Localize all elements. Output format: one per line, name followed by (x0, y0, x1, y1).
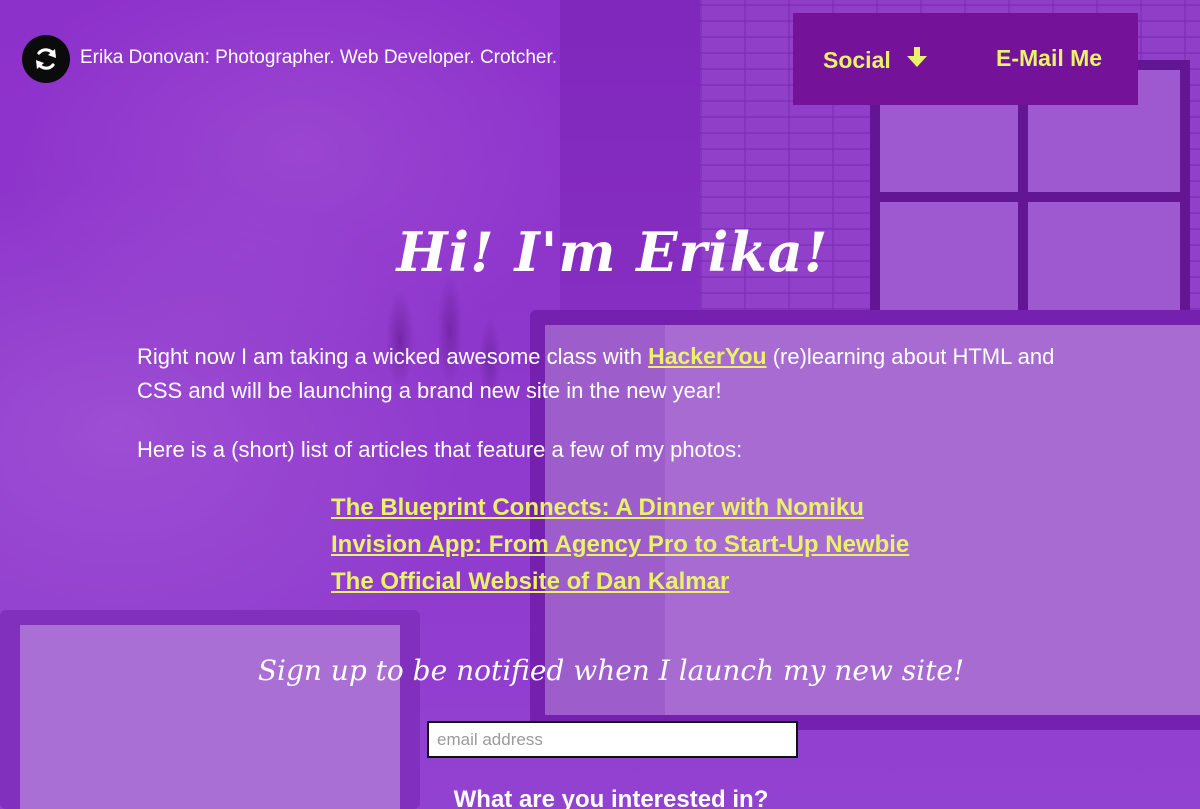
article-link-invision[interactable]: Invision App: From Agency Pro to Start-U… (331, 531, 909, 558)
social-label: Social (823, 46, 891, 73)
signup-heading: Sign up to be notified when I launch my … (257, 654, 965, 687)
hero-title: Hi! I'm Erika! (396, 220, 829, 284)
email-me-link[interactable]: E-Mail Me (996, 45, 1102, 72)
hackeryou-link[interactable]: HackerYou (648, 343, 766, 369)
list-item: Invision App: From Agency Pro to Start-U… (331, 531, 909, 568)
article-list: The Blueprint Connects: A Dinner with No… (331, 494, 909, 605)
list-item: The Blueprint Connects: A Dinner with No… (331, 494, 909, 531)
articles-intro: Here is a (short) list of articles that … (137, 437, 743, 462)
intro-paragraph: Right now I am taking a wicked awesome c… (137, 339, 1097, 408)
arrow-down-icon (905, 45, 929, 75)
refresh-arrows-icon[interactable] (22, 35, 70, 83)
intro-text-start: Right now I am taking a wicked awesome c… (137, 344, 649, 369)
list-item: The Official Website of Dan Kalmar (331, 568, 909, 605)
article-link-nomiku[interactable]: The Blueprint Connects: A Dinner with No… (331, 494, 864, 521)
email-input[interactable] (427, 721, 798, 758)
interest-heading: What are you interested in? (453, 786, 769, 809)
social-menu-button[interactable]: Social (823, 45, 929, 75)
site-title: Erika Donovan: Photographer. Web Develop… (80, 47, 558, 68)
top-nav: Social E-Mail Me (793, 13, 1138, 105)
article-link-dan-kalmar[interactable]: The Official Website of Dan Kalmar (331, 568, 729, 595)
